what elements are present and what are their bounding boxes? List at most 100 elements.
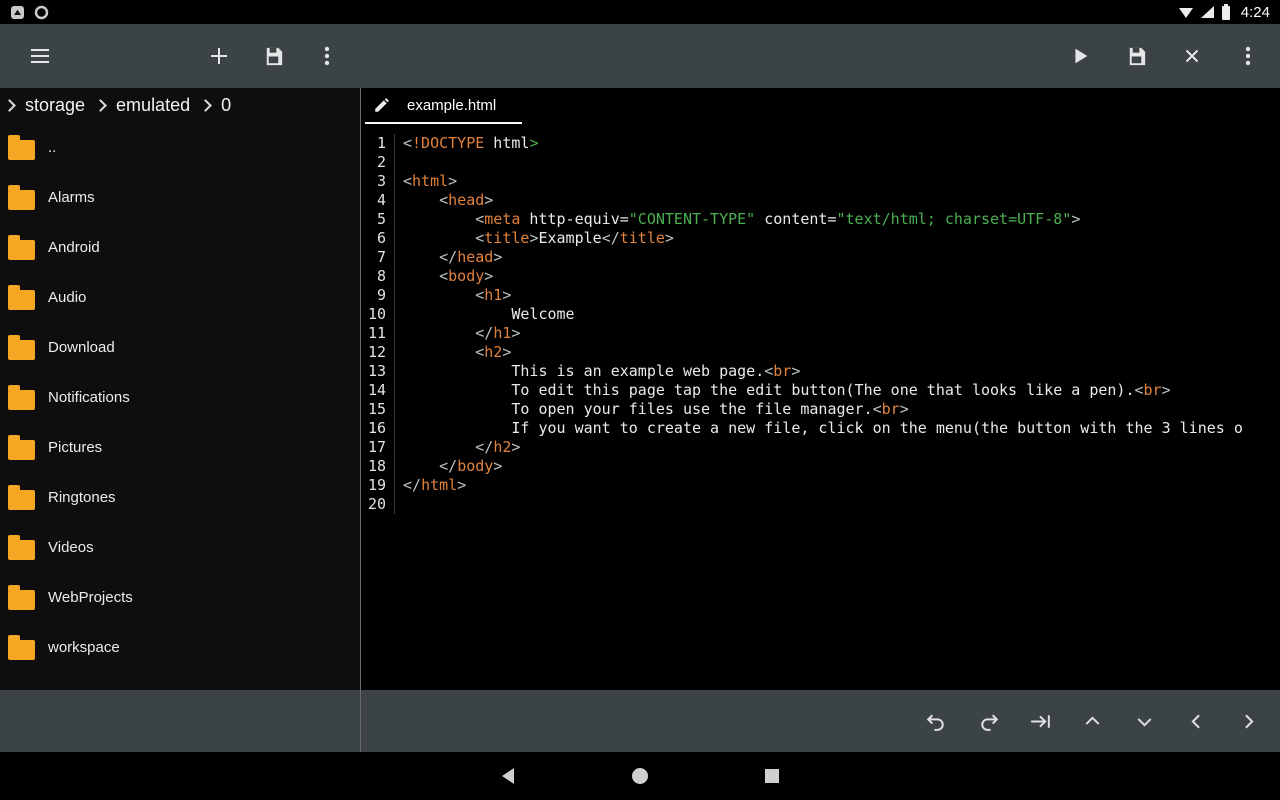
folder-icon [8, 290, 35, 310]
folder-icon [8, 440, 35, 460]
folder-label: Android [48, 239, 100, 256]
folder-label: Videos [48, 539, 94, 556]
breadcrumb-segment[interactable]: storage [25, 88, 85, 122]
chevron-right-icon [3, 99, 16, 112]
bottom-toolbar [0, 690, 1280, 752]
breadcrumb-segment[interactable]: emulated [116, 88, 190, 122]
close-button[interactable] [1178, 42, 1206, 70]
status-notification-icons [10, 5, 49, 20]
chevron-down-icon[interactable] [1130, 707, 1158, 735]
undo-icon[interactable] [922, 707, 950, 735]
app-screen: 4:24 [0, 0, 1280, 800]
folder-icon [8, 490, 35, 510]
file-manager-toolbar [0, 42, 361, 70]
back-icon[interactable] [498, 766, 518, 786]
code-line: 6 <title>Example</title> [361, 229, 1280, 248]
folder-icon [8, 140, 35, 160]
folder-item[interactable]: Videos [0, 522, 360, 572]
code-line: 9 <h1> [361, 286, 1280, 305]
folder-item[interactable]: WebProjects [0, 572, 360, 622]
chevron-up-icon[interactable] [1078, 707, 1106, 735]
tab-icon[interactable] [1026, 707, 1054, 735]
cell-signal-icon [1200, 5, 1215, 19]
code-line: 1<!DOCTYPE html> [361, 134, 1280, 153]
home-icon[interactable] [630, 766, 650, 786]
battery-icon [1221, 4, 1231, 20]
folder-icon [8, 240, 35, 260]
line-number: 10 [361, 305, 395, 324]
folder-icon [8, 390, 35, 410]
tab-label: example.html [407, 97, 496, 114]
line-number: 19 [361, 476, 395, 495]
folder-label: WebProjects [48, 589, 133, 606]
line-number: 1 [361, 134, 395, 153]
line-number: 15 [361, 400, 395, 419]
chevron-right-icon[interactable] [1234, 707, 1262, 735]
folder-item[interactable]: workspace [0, 622, 360, 672]
code-line: 16 If you want to create a new file, cli… [361, 419, 1280, 438]
overflow-menu-icon[interactable] [1234, 42, 1262, 70]
menu-icon[interactable] [26, 42, 54, 70]
folder-item[interactable]: Audio [0, 272, 360, 322]
recents-icon[interactable] [762, 766, 782, 786]
code-line: 3<html> [361, 172, 1280, 191]
folder-item[interactable]: Alarms [0, 172, 360, 222]
code-line: 13 This is an example web page.<br> [361, 362, 1280, 381]
code-line: 7 </head> [361, 248, 1280, 267]
folder-item[interactable]: .. [0, 122, 360, 172]
folder-item[interactable]: Download [0, 322, 360, 372]
breadcrumb: storage emulated 0 [0, 88, 360, 122]
android-nav-bar [0, 752, 1280, 800]
line-number: 13 [361, 362, 395, 381]
chevron-left-icon[interactable] [1182, 707, 1210, 735]
bottom-toolbar-spacer [0, 690, 361, 752]
folder-item[interactable]: Ringtones [0, 472, 360, 522]
folder-label: Pictures [48, 439, 102, 456]
editor-action-icons [361, 707, 1280, 735]
line-number: 17 [361, 438, 395, 457]
clock: 4:24 [1241, 4, 1270, 21]
tab-bar: example.html [361, 88, 1280, 124]
breadcrumb-segment[interactable]: 0 [221, 88, 231, 122]
status-bar: 4:24 [0, 0, 1280, 24]
status-system-icons: 4:24 [1178, 4, 1270, 21]
save-button[interactable] [1122, 42, 1150, 70]
folder-label: Alarms [48, 189, 95, 206]
notification-circle-icon [34, 5, 49, 20]
code-line: 11 </h1> [361, 324, 1280, 343]
folder-label: .. [48, 139, 56, 156]
code-line: 12 <h2> [361, 343, 1280, 362]
code-line: 15 To open your files use the file manag… [361, 400, 1280, 419]
line-number: 5 [361, 210, 395, 229]
code-area[interactable]: 1<!DOCTYPE html>23<html>4 <head>5 <meta … [361, 124, 1280, 690]
redo-icon[interactable] [974, 707, 1002, 735]
code-line: 18 </body> [361, 457, 1280, 476]
folder-item[interactable]: Pictures [0, 422, 360, 472]
line-number: 3 [361, 172, 395, 191]
notification-square-icon [10, 5, 25, 20]
overflow-menu-icon[interactable] [313, 42, 341, 70]
line-number: 16 [361, 419, 395, 438]
tab-example-html[interactable]: example.html [365, 92, 522, 124]
top-toolbar [0, 24, 1280, 88]
code-line: 14 To edit this page tap the edit button… [361, 381, 1280, 400]
code-line: 4 <head> [361, 191, 1280, 210]
line-number: 20 [361, 495, 395, 514]
editor-panel: example.html 1<!DOCTYPE html>23<html>4 <… [361, 88, 1280, 690]
code-line: 20 [361, 495, 1280, 514]
add-file-button[interactable] [205, 42, 233, 70]
folder-label: Download [48, 339, 115, 356]
run-button[interactable] [1066, 42, 1094, 70]
folder-list[interactable]: .. Alarms Android Audio Download Notification… [0, 122, 360, 690]
file-manager-panel: storage emulated 0 .. Alarms Android Audio Dow… [0, 88, 361, 690]
line-number: 2 [361, 153, 395, 172]
edit-pencil-icon [373, 96, 391, 114]
wifi-icon [1178, 5, 1194, 19]
line-number: 8 [361, 267, 395, 286]
folder-item[interactable]: Android [0, 222, 360, 272]
folder-item[interactable]: Notifications [0, 372, 360, 422]
editor-toolbar [361, 42, 1280, 70]
code-line: 8 <body> [361, 267, 1280, 286]
save-button[interactable] [259, 42, 287, 70]
line-number: 4 [361, 191, 395, 210]
